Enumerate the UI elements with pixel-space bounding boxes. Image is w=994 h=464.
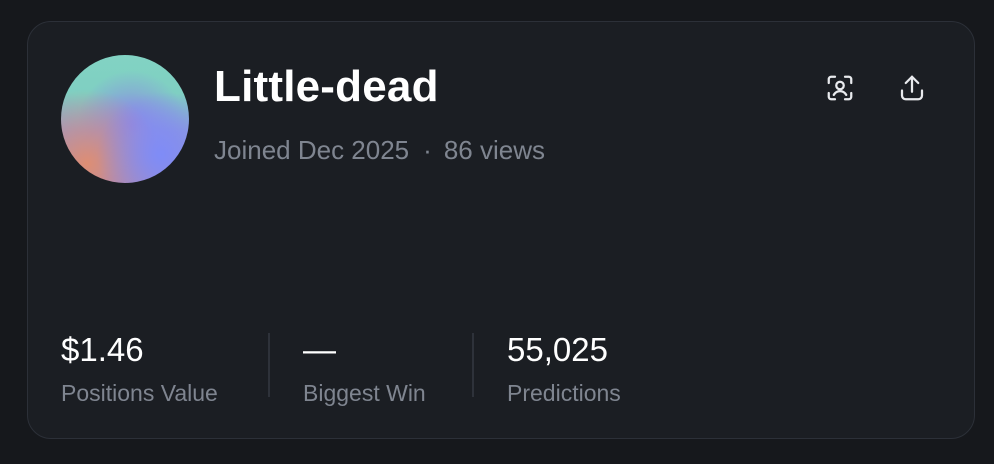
- stat-divider: [472, 333, 474, 397]
- profile-meta: Joined Dec 2025 · 86 views: [214, 135, 545, 166]
- stat-value: $1.46: [61, 331, 144, 368]
- stat-label: Biggest Win: [303, 380, 426, 406]
- meta-separator: ·: [423, 135, 432, 165]
- stat-label: Positions Value: [61, 380, 218, 406]
- view-count: 86 views: [443, 135, 545, 165]
- stat-positions-value: $1.46 Positions Value: [61, 332, 218, 407]
- avatar[interactable]: [61, 55, 189, 183]
- profile-card: Little-dead Joined Dec 2025 · 86 views $1.…: [27, 21, 975, 439]
- stat-label: Predictions: [507, 380, 621, 406]
- joined-date: Joined Dec 2025: [214, 135, 410, 165]
- stat-value: —: [303, 331, 336, 368]
- profile-scan-icon: [827, 75, 853, 101]
- stat-predictions: 55,025 Predictions: [507, 332, 621, 407]
- profile-scan-button[interactable]: [820, 68, 860, 108]
- stat-value: 55,025: [507, 331, 608, 368]
- stat-divider: [268, 333, 270, 397]
- share-button[interactable]: [892, 68, 932, 108]
- stat-biggest-win: — Biggest Win: [303, 332, 426, 407]
- share-upload-icon: [900, 75, 924, 101]
- username: Little-dead: [214, 62, 439, 111]
